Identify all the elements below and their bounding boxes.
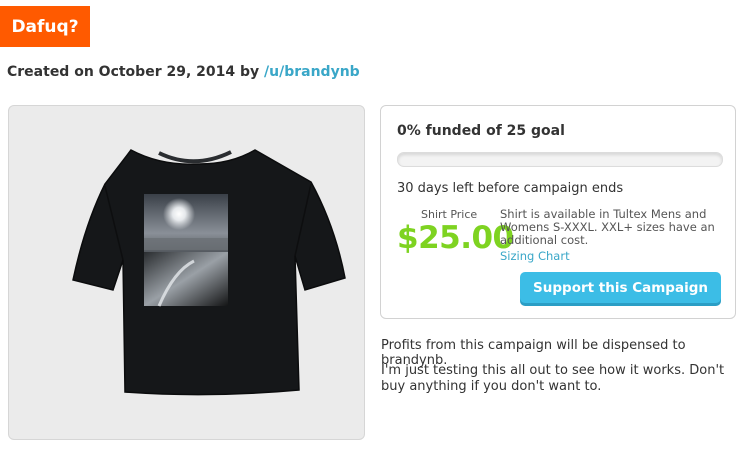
- support-campaign-button[interactable]: Support this Campaign: [520, 272, 721, 303]
- campaign-box: 0% funded of 25 goal 30 days left before…: [380, 105, 736, 319]
- created-text: Created on October 29, 2014 by: [7, 64, 260, 80]
- product-image-panel: [8, 105, 365, 440]
- printed-photo: [144, 194, 228, 307]
- sizing-chart-link[interactable]: Sizing Chart: [500, 249, 570, 263]
- price-note: Shirt is available in Tultex Mens and Wo…: [500, 207, 715, 247]
- campaign-description: I'm just testing this all out to see how…: [381, 363, 725, 394]
- funding-progress-bar: [397, 152, 723, 167]
- tshirt-image: [72, 149, 346, 396]
- funded-status: 0% funded of 25 goal: [397, 123, 565, 139]
- campaign-title-badge: Dafuq?: [0, 6, 90, 47]
- created-line: Created on October 29, 2014 by /u/brandy…: [7, 64, 360, 80]
- days-remaining: 30 days left before campaign ends: [397, 181, 624, 196]
- shirt-price: $25.00: [397, 220, 514, 256]
- author-link[interactable]: /u/brandynb: [264, 64, 360, 80]
